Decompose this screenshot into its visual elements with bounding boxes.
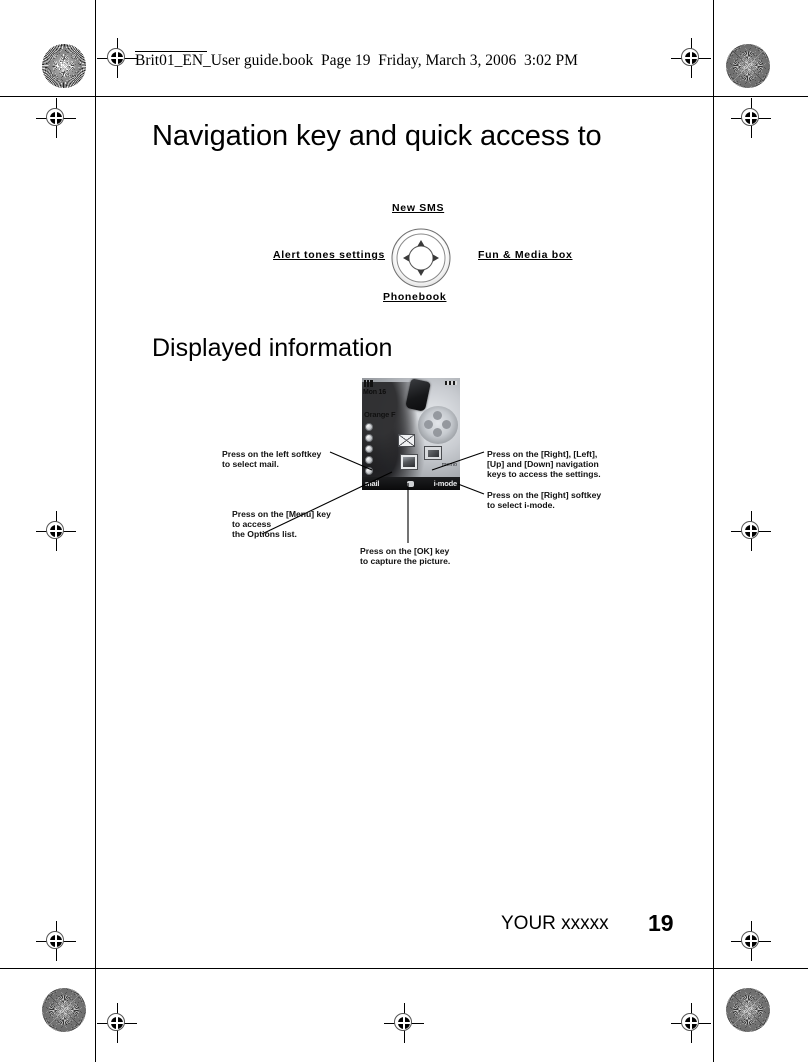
- registration-mark-middle-right: [731, 511, 771, 551]
- registration-mark-bottom-center: [384, 1003, 424, 1043]
- softkey-right-label[interactable]: i-mode: [434, 479, 458, 488]
- trim-line-left: [95, 0, 96, 1062]
- shortcut-dot[interactable]: [365, 434, 373, 442]
- running-header: Brit01_EN_User guide.book Page 19 Friday…: [135, 52, 578, 69]
- wheel-down-dot: [433, 428, 442, 437]
- page-title: Navigation key and quick access to: [152, 120, 602, 152]
- starburst-test-pattern-bottom-left: [42, 988, 86, 1032]
- phone-screen-illustration: Mon 16 Orange F memo mail i-mode: [362, 378, 460, 490]
- registration-mark-lower-right: [731, 921, 771, 961]
- crosshair-bullseye: [745, 525, 757, 537]
- starburst-test-pattern-top-right: [726, 44, 770, 88]
- wheel-right-dot: [442, 420, 451, 429]
- registration-mark-upper-right: [731, 98, 771, 138]
- navigation-key-icon[interactable]: [390, 227, 452, 289]
- registration-mark-upper-left: [36, 98, 76, 138]
- phone-softkey-bar: mail i-mode: [362, 477, 460, 490]
- trim-line-right: [713, 0, 714, 1062]
- nav-label-fun-and-media-box: Fun & Media box: [478, 249, 573, 261]
- callout-ok-key: Press on the [OK] key to capture the pic…: [360, 546, 451, 567]
- phone-status-bar: [362, 378, 460, 389]
- navigation-key-diagram: New SMS Alert tones settings Fun & Media…: [250, 198, 595, 310]
- wallpaper-nav-wheel: [418, 406, 458, 444]
- registration-mark-top-left: [97, 38, 137, 78]
- registration-mark-middle-left: [36, 511, 76, 551]
- crosshair-bullseye: [745, 935, 757, 947]
- crosshair-bullseye: [111, 52, 123, 64]
- phone-memo-label: memo: [441, 462, 457, 468]
- registration-mark-lower-left: [36, 921, 76, 961]
- starburst-test-pattern-top-left: [42, 44, 86, 88]
- trim-line-top: [0, 96, 808, 97]
- page-number: 19: [648, 910, 674, 936]
- shortcut-dot[interactable]: [365, 423, 373, 431]
- document-page: Brit01_EN_User guide.book Page 19 Friday…: [0, 0, 808, 1062]
- crosshair-bullseye: [50, 935, 62, 947]
- starburst-test-pattern-bottom-right: [726, 988, 770, 1032]
- nav-label-phonebook: Phonebook: [383, 291, 447, 303]
- section-heading-displayed-information: Displayed information: [152, 334, 393, 362]
- wheel-left-dot: [424, 420, 433, 429]
- phone-status-date: Mon 16: [363, 389, 386, 396]
- crosshair-bullseye: [398, 1017, 410, 1029]
- footer-title: YOUR xxxxx: [501, 913, 609, 934]
- callout-leader-lines: [261, 451, 485, 543]
- nav-label-alert-tones-settings: Alert tones settings: [273, 249, 386, 261]
- callout-right-softkey: Press on the [Right] softkey to select i…: [487, 490, 602, 511]
- softkey-center-ok-indicator[interactable]: [407, 481, 414, 487]
- callout-navigation-keys: Press on the [Right], [Left], [Up] and […: [487, 449, 601, 480]
- crosshair-bullseye: [111, 1017, 123, 1029]
- registration-mark-top-right: [671, 38, 711, 78]
- battery-icon: [445, 381, 457, 385]
- wheel-up-dot: [433, 411, 442, 420]
- envelope-icon[interactable]: [398, 434, 415, 447]
- callout-menu-key: Press on the [Menu] key to access the Op…: [232, 509, 331, 540]
- crosshair-bullseye: [685, 52, 697, 64]
- crosshair-bullseye: [685, 1017, 697, 1029]
- crosshair-bullseye: [50, 525, 62, 537]
- crosshair-bullseye: [745, 112, 757, 124]
- softkey-left-label[interactable]: mail: [365, 479, 379, 488]
- callout-left-softkey: Press on the left softkey to select mail…: [222, 449, 322, 470]
- camera-icon[interactable]: [424, 446, 442, 460]
- crosshair-bullseye: [50, 112, 62, 124]
- nav-label-new-sms: New SMS: [392, 202, 445, 214]
- registration-mark-bottom-left: [97, 1003, 137, 1043]
- trim-line-bottom: [0, 968, 808, 969]
- picture-icon[interactable]: [400, 454, 418, 470]
- registration-mark-bottom-right: [671, 1003, 711, 1043]
- signal-icon: [364, 380, 373, 387]
- phone-operator-name: Orange F: [364, 410, 396, 419]
